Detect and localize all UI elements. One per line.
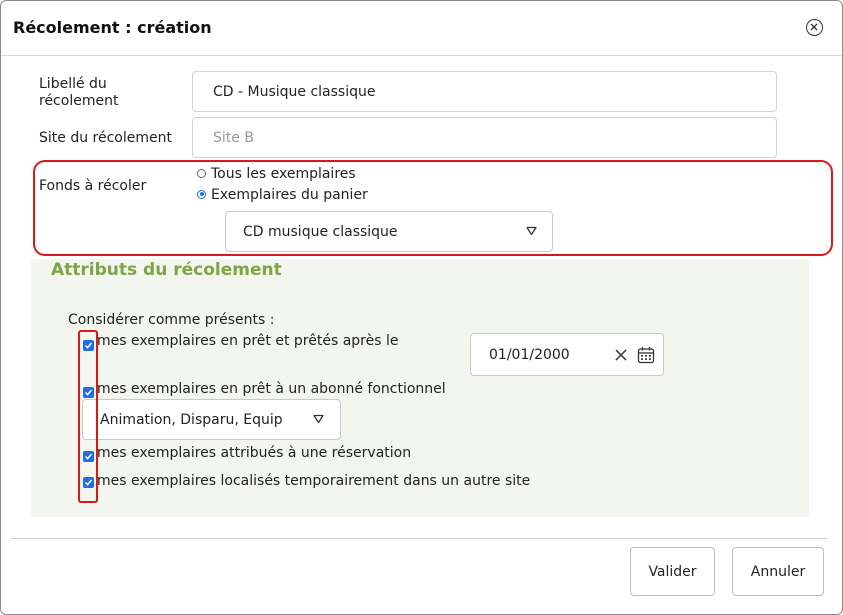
calendar-icon[interactable] [637, 346, 655, 364]
libelle-label: Libellé du récolement [39, 76, 119, 109]
close-icon[interactable] [806, 19, 823, 36]
date-value: 01/01/2000 [489, 347, 570, 363]
label-reservation: mes exemplaires attribués à une réservat… [97, 445, 412, 461]
libelle-input[interactable] [192, 71, 777, 112]
radio-exemplaires-panier[interactable]: Exemplaires du panier [197, 186, 368, 204]
validate-button[interactable]: Valider [630, 547, 715, 596]
panier-select[interactable]: CD musique classique [225, 211, 553, 252]
dialog-titlebar: Récolement : création [1, 1, 842, 56]
label-autre-site: mes exemplaires localisés temporairement… [97, 473, 531, 489]
checkbox-highlight [78, 330, 98, 503]
radio-icon [197, 168, 206, 178]
chevron-down-icon [313, 414, 324, 424]
cancel-button[interactable]: Annuler [732, 547, 824, 596]
footer-divider [11, 538, 827, 539]
site-input[interactable] [192, 117, 777, 158]
site-label: Site du récolement [39, 130, 172, 146]
label-pret-apres: mes exemplaires en prêt et prêtés après … [97, 333, 399, 349]
considerer-label: Considérer comme présents : [68, 312, 275, 328]
clear-x-icon[interactable] [615, 349, 627, 361]
radio-panier-label: Exemplaires du panier [211, 187, 368, 203]
close-x-glyph [810, 23, 818, 31]
radio-checked-icon [197, 189, 206, 199]
recolement-dialog: Récolement : création Libellé du récolem… [0, 0, 843, 615]
radio-tous-exemplaires[interactable]: Tous les exemplaires [197, 165, 356, 183]
label-abonne-fonctionnel: mes exemplaires en prêt à un abonné fonc… [97, 381, 446, 397]
date-input[interactable]: 01/01/2000 [470, 333, 664, 376]
dialog-title: Récolement : création [13, 18, 212, 37]
panier-select-value: CD musique classique [243, 224, 398, 240]
abonne-select[interactable]: Animation, Disparu, Equip [82, 399, 341, 440]
abonne-select-value: Animation, Disparu, Equip [100, 412, 283, 428]
attributs-title: Attributs du récolement [51, 260, 282, 280]
fonds-label: Fonds à récoler [39, 178, 147, 194]
radio-tous-label: Tous les exemplaires [211, 166, 356, 182]
chevron-down-icon [526, 226, 537, 236]
